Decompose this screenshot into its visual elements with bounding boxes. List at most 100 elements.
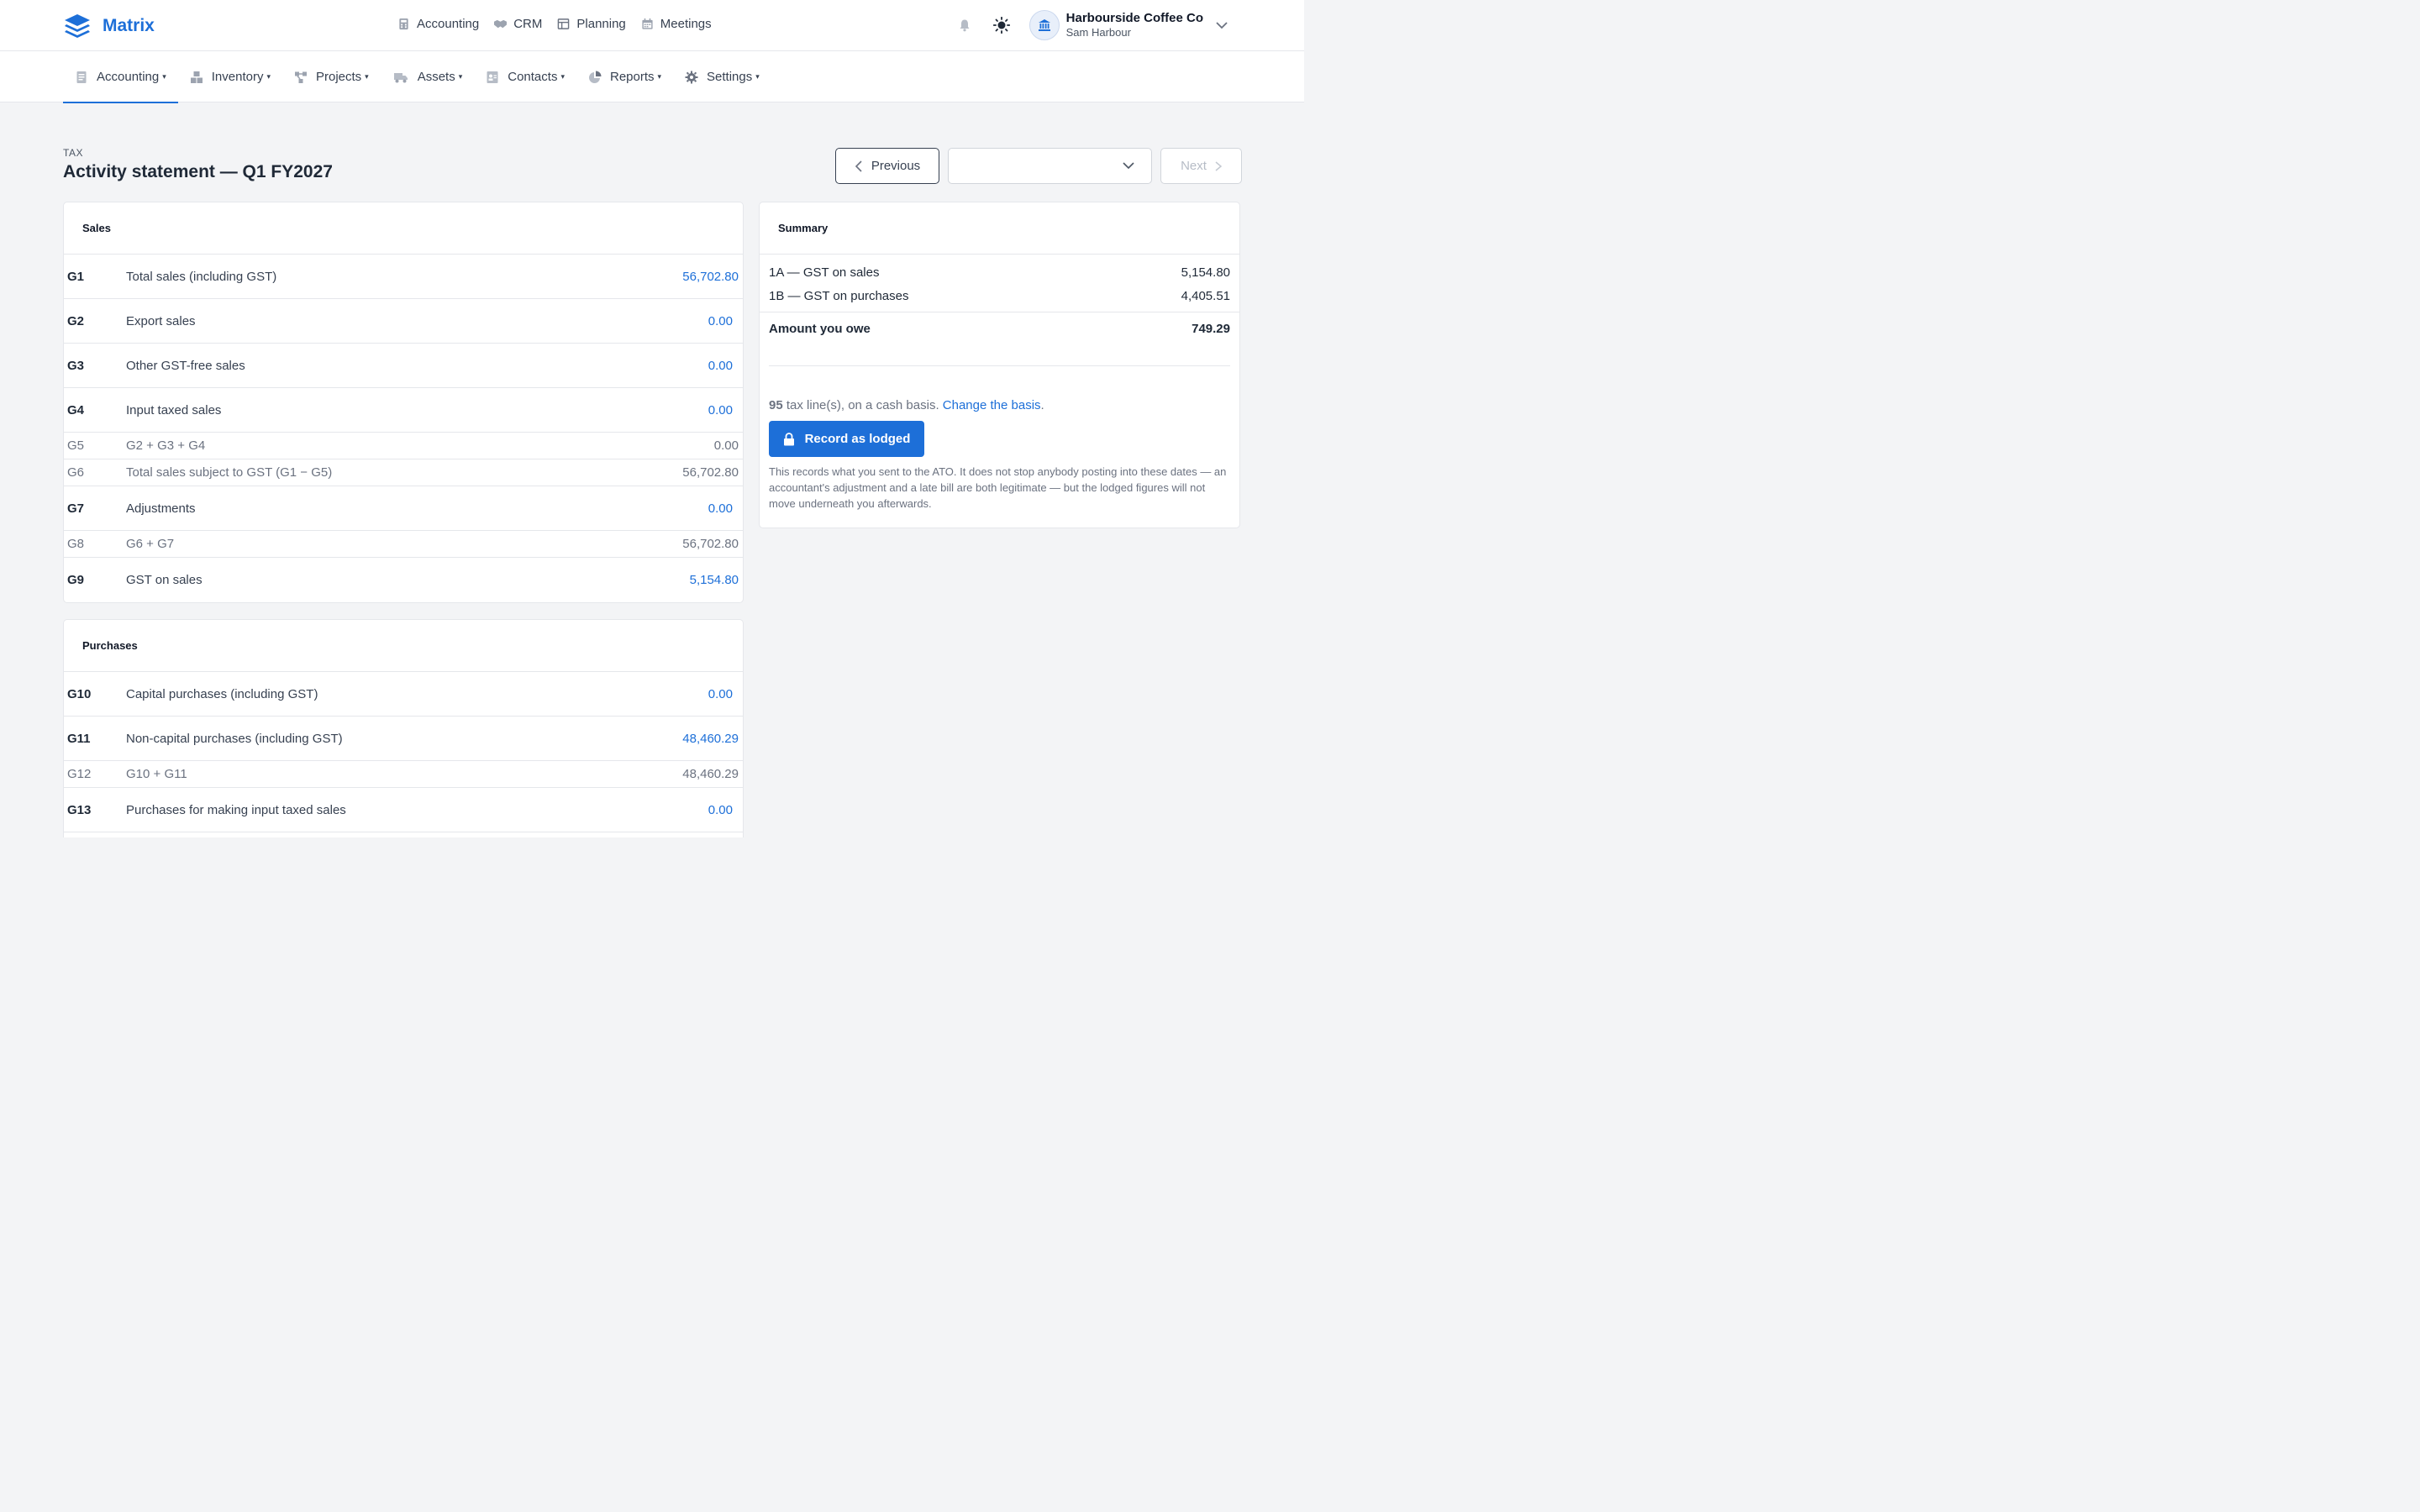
period-pager: Previous Next	[835, 148, 1242, 184]
amount-input[interactable]: 0.00	[708, 803, 743, 817]
table-row: G5 G2 + G3 + G4 0.00	[64, 433, 743, 459]
handshake-icon	[494, 19, 508, 29]
subnav-label: Accounting	[97, 70, 160, 84]
amount-input[interactable]: 0.00	[708, 314, 743, 328]
table-row: G8 G6 + G7 56,702.80	[64, 531, 743, 558]
org-name: Harbourside Coffee Co	[1065, 11, 1203, 26]
table-row: G12 G10 + G11 48,460.29	[64, 761, 743, 788]
chevron-left-icon	[855, 160, 862, 172]
subnav-label: Contacts	[508, 70, 558, 84]
page-header: TAX Activity statement — Q1 FY2027	[63, 147, 333, 182]
tax-line-count: 95	[769, 398, 783, 412]
topnav-crm[interactable]: CRM	[494, 17, 542, 31]
top-bar: Matrix Accounting CRM Planning Meetings	[0, 0, 1304, 51]
subnav-accounting[interactable]: Accounting ▾	[63, 51, 178, 103]
chevron-right-icon	[1215, 160, 1222, 171]
summary-gst-purchases: 1B — GST on purchases 4,405.51	[760, 289, 1239, 312]
chevron-down-icon	[1123, 162, 1134, 170]
chevron-down-icon: ▾	[365, 72, 369, 81]
next-button[interactable]: Next	[1160, 148, 1242, 184]
summary-card-title: Summary	[760, 202, 1239, 255]
table-row: G2 Export sales 0.00	[64, 299, 743, 344]
table-row: G11 Non-capital purchases (including GST)…	[64, 717, 743, 761]
subnav-label: Projects	[315, 70, 362, 84]
chevron-down-icon: ▾	[755, 72, 760, 81]
summary-gst-sales: 1A — GST on sales 5,154.80	[769, 265, 1230, 280]
next-label: Next	[1181, 159, 1207, 173]
topnav-label: Accounting	[417, 17, 480, 31]
boxes-icon	[190, 71, 203, 83]
purchases-card-title: Purchases	[64, 620, 743, 672]
theme-toggle-button[interactable]	[992, 16, 1011, 34]
table-row: G7 Adjustments 0.00	[64, 486, 743, 531]
subnav-label: Settings	[707, 70, 753, 84]
subnav-contacts[interactable]: Contacts ▾	[474, 51, 576, 102]
change-basis-link[interactable]: Change the basis	[943, 398, 1041, 412]
summary-card: Summary 1A — GST on sales 5,154.80 1B — …	[759, 202, 1240, 528]
period-select[interactable]	[948, 148, 1152, 184]
amount-input[interactable]: 0.00	[708, 359, 743, 373]
top-right-tools: Harbourside Coffee Co Sam Harbour	[955, 10, 1228, 40]
lock-icon	[783, 432, 794, 445]
amount-input[interactable]: 0.00	[708, 403, 743, 417]
truck-icon	[393, 72, 408, 82]
pie-chart-icon	[589, 71, 602, 83]
previous-label: Previous	[871, 159, 921, 173]
table-row: G6 Total sales subject to GST (G1 − G5) 56…	[64, 459, 743, 486]
subnav-assets[interactable]: Assets ▾	[381, 51, 475, 102]
table-row: G4 Input taxed sales 0.00	[64, 388, 743, 433]
subnav-inventory[interactable]: Inventory ▾	[178, 51, 282, 102]
subnav-label: Reports	[609, 70, 655, 84]
contact-card-icon	[487, 71, 498, 83]
subnav-projects[interactable]: Projects ▾	[282, 51, 381, 102]
bank-icon	[1038, 19, 1050, 31]
chevron-down-icon[interactable]	[1215, 21, 1228, 29]
amount-link[interactable]: 48,460.29	[682, 732, 743, 746]
board-icon	[558, 18, 570, 29]
topnav-label: Meetings	[660, 17, 712, 31]
purchases-card: Purchases G10 Capital purchases (includin…	[63, 619, 744, 837]
app-logo[interactable]: Matrix	[64, 13, 155, 39]
bell-icon	[960, 19, 970, 32]
org-avatar[interactable]	[1028, 10, 1060, 40]
layers-logo-icon	[65, 14, 90, 38]
subnav-label: Assets	[417, 70, 455, 84]
calendar-icon	[642, 18, 653, 29]
chevron-down-icon: ▾	[266, 72, 271, 81]
lodge-note: This records what you sent to the ATO. I…	[769, 465, 1227, 510]
topnav-meetings[interactable]: Meetings	[641, 17, 712, 31]
module-nav: Accounting ▾ Inventory ▾ Projects ▾ Asse…	[0, 51, 1304, 103]
sun-icon	[992, 17, 1010, 34]
amount-link[interactable]: 56,702.80	[682, 270, 743, 284]
calculator-icon	[399, 18, 408, 30]
subnav-label: Inventory	[211, 70, 264, 84]
record-as-lodged-button[interactable]: Record as lodged	[769, 421, 924, 457]
sales-card: Sales G1 Total sales (including GST) 56,70…	[63, 202, 744, 603]
subnav-settings[interactable]: Settings ▾	[673, 51, 771, 102]
page-eyebrow: TAX	[63, 147, 83, 159]
topnav-accounting[interactable]: Accounting	[397, 17, 479, 31]
notifications-button[interactable]	[955, 16, 974, 34]
chevron-down-icon: ▾	[560, 72, 565, 81]
record-as-lodged-label: Record as lodged	[804, 432, 911, 446]
amount-input[interactable]: 0.00	[708, 687, 743, 701]
amount-input[interactable]: 0.00	[708, 501, 743, 516]
divider	[769, 365, 1230, 366]
chevron-down-icon: ▾	[162, 72, 166, 81]
topnav-planning[interactable]: Planning	[557, 17, 626, 31]
page-title: Activity statement — Q1 FY2027	[63, 162, 333, 181]
basis-text: 95 tax line(s), on a cash basis. Change …	[769, 398, 1044, 412]
sales-card-title: Sales	[64, 202, 743, 255]
table-row: G13 Purchases for making input taxed sale…	[64, 788, 743, 832]
diagram-icon	[294, 71, 307, 83]
amount-link[interactable]: 5,154.80	[690, 573, 743, 587]
previous-button[interactable]: Previous	[835, 148, 939, 184]
chevron-down-icon: ▾	[458, 72, 463, 81]
topnav-label: CRM	[513, 17, 543, 31]
subnav-reports[interactable]: Reports ▾	[576, 51, 673, 102]
org-switcher[interactable]: Harbourside Coffee Co Sam Harbour	[1066, 11, 1203, 39]
top-nav: Accounting CRM Planning Meetings	[397, 17, 712, 31]
app-name: Matrix	[103, 16, 155, 35]
table-row: G3 Other GST-free sales 0.00	[64, 344, 743, 388]
table-row: G9 GST on sales 5,154.80	[64, 558, 743, 602]
